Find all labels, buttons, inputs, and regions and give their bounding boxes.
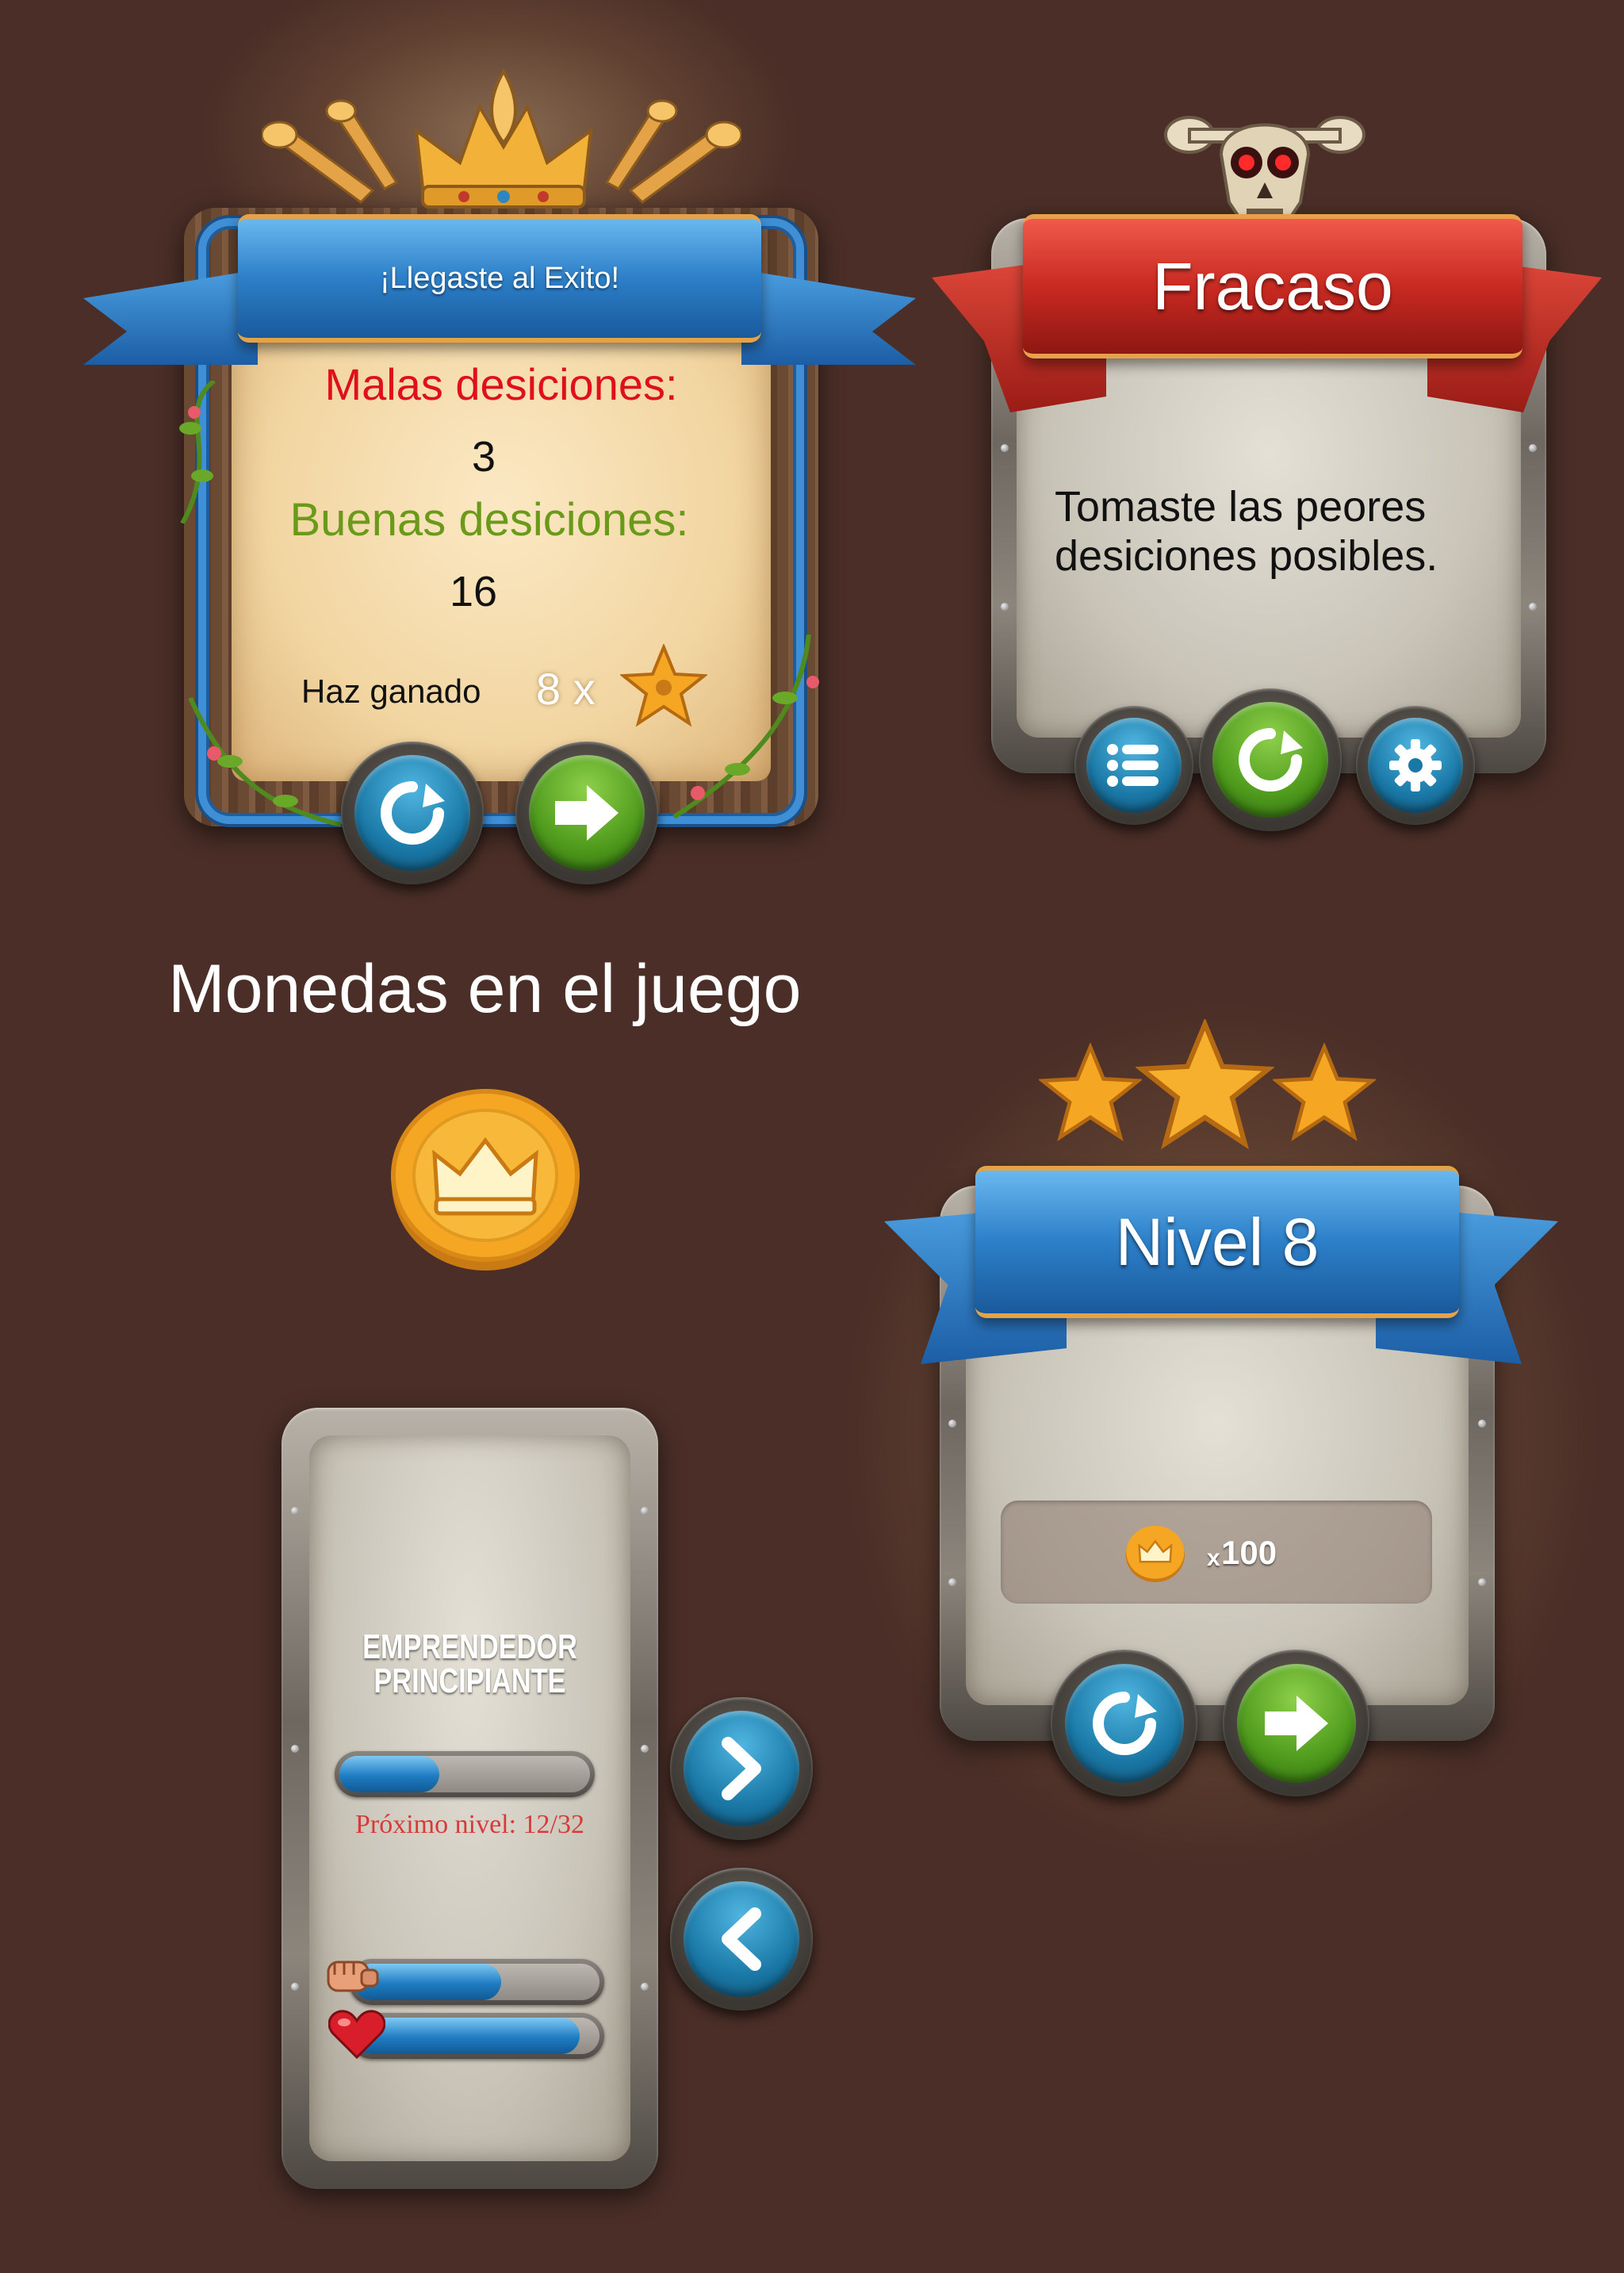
rank-title-line2: PRINCIPIANTE: [373, 1662, 566, 1700]
strength-bar: [349, 1959, 604, 2005]
gear-icon: [1389, 739, 1442, 792]
earned-multiplier: 8 x: [536, 664, 596, 714]
chevron-left-icon: [722, 1907, 761, 1971]
success-next-button[interactable]: [515, 742, 658, 884]
success-ribbon: ¡Llegaste al Exito!: [238, 214, 761, 343]
good-decisions-value: 16: [449, 568, 498, 615]
success-retry-button[interactable]: [341, 742, 484, 884]
trumpet-icon: [325, 99, 399, 190]
failure-settings-button[interactable]: [1356, 706, 1475, 825]
bad-decisions-value: 3: [471, 433, 496, 481]
reward-prefix: x: [1207, 1545, 1220, 1571]
menu-list-icon: [1107, 744, 1159, 787]
ribbon-tail-left: [83, 270, 258, 365]
star-icon: [1273, 1043, 1376, 1142]
failure-message-line2: desiciones posibles.: [1055, 532, 1438, 580]
earned-label: Haz ganado: [301, 673, 481, 710]
crown-coin-icon: [391, 1089, 580, 1271]
next-arrow-icon: [1264, 1695, 1328, 1751]
level-next-button[interactable]: [1223, 1650, 1369, 1796]
trumpet-icon: [604, 99, 678, 190]
level-ribbon: Nivel 8: [975, 1166, 1459, 1318]
failure-message-line1: Tomaste las peores: [1055, 483, 1427, 531]
star-icon: [1039, 1043, 1142, 1142]
crown-icon: [414, 67, 593, 209]
star-icon: [1136, 1019, 1274, 1150]
level-retry-button[interactable]: [1051, 1650, 1197, 1796]
vine-icon: [188, 696, 341, 827]
bad-decisions-label: Malas desiciones:: [324, 359, 678, 409]
good-decisions-label: Buenas desiciones:: [289, 494, 689, 546]
reward-amount: 100: [1221, 1534, 1277, 1571]
failure-ribbon: Fracaso: [1023, 214, 1522, 358]
retry-icon: [1092, 1691, 1157, 1755]
failure-menu-button[interactable]: [1074, 706, 1193, 825]
crown-coin-icon: [1125, 1525, 1185, 1583]
failure-title: Fracaso: [1152, 248, 1393, 324]
xp-progress-bar: [335, 1751, 595, 1797]
fist-icon: [327, 1961, 379, 1992]
success-title: ¡Llegaste al Exito!: [379, 261, 620, 295]
chevron-right-icon: [722, 1737, 761, 1800]
next-level-text: Próximo nivel: 12/32: [355, 1810, 584, 1839]
heart-icon: [328, 2010, 385, 2060]
next-page-button[interactable]: [670, 1697, 813, 1840]
retry-icon: [1239, 728, 1303, 792]
vine-icon: [179, 381, 216, 523]
health-bar: [349, 2013, 604, 2059]
level-title: Nivel 8: [1115, 1204, 1320, 1279]
retry-icon: [381, 781, 445, 845]
ribbon-tail-right: [741, 270, 916, 365]
previous-page-button[interactable]: [670, 1868, 813, 2010]
next-arrow-icon: [555, 785, 619, 841]
coins-section-title: Monedas en el juego: [168, 951, 802, 1027]
failure-retry-button[interactable]: [1199, 688, 1342, 831]
star-icon: [620, 644, 707, 727]
